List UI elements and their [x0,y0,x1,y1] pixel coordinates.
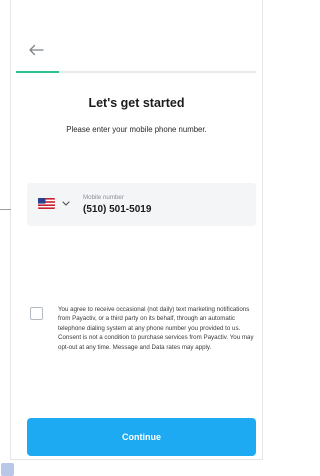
phone-number-label: Mobile number [83,194,124,201]
frame-border-bottom [10,459,263,460]
frame-border-left [10,0,11,460]
continue-button[interactable]: Continue [27,418,256,456]
consent-text: You agree to receive occasional (not dai… [58,306,254,351]
annotation-line [0,209,11,210]
phone-number-input[interactable] [83,204,243,215]
progress-fill [16,71,60,73]
corner-marker [1,463,14,476]
progress-bar [16,71,256,73]
page-title: Let's get started [88,96,185,110]
frame-border-right [262,0,263,460]
arrow-left-icon[interactable] [28,44,44,56]
chevron-down-icon[interactable] [62,201,70,206]
us-flag-icon[interactable] [38,198,55,209]
phone-number-field[interactable]: Mobile number [27,183,256,226]
page-subtitle: Please enter your mobile phone number. [66,125,207,134]
signup-screen: Let's get started Please enter your mobi… [0,0,267,476]
consent-checkbox[interactable] [30,307,43,320]
